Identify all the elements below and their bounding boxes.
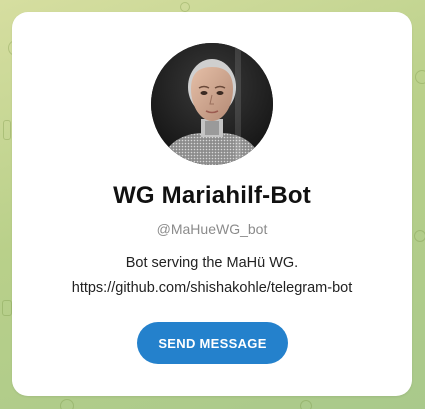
pattern-doodle (2, 300, 12, 316)
pattern-doodle (3, 120, 11, 140)
bot-description: Bot serving the MaHü WG. https://github.… (12, 251, 412, 301)
avatar-image (151, 43, 273, 165)
send-message-button[interactable]: SEND MESSAGE (137, 322, 288, 364)
pattern-doodle (414, 230, 425, 242)
avatar-photo-icon (151, 43, 273, 165)
pattern-doodle (180, 2, 190, 12)
pattern-doodle (415, 70, 425, 84)
bot-username: @MaHueWG_bot (156, 221, 268, 237)
description-link[interactable]: https://github.com/shishakohle/telegram-… (12, 276, 412, 301)
pattern-doodle (60, 399, 74, 409)
bot-name: WG Mariahilf-Bot (113, 182, 311, 209)
description-line: Bot serving the MaHü WG. (125, 255, 299, 271)
bot-profile-card: WG Mariahilf-Bot @MaHueWG_bot Bot servin… (12, 12, 412, 396)
pattern-doodle (300, 400, 312, 409)
